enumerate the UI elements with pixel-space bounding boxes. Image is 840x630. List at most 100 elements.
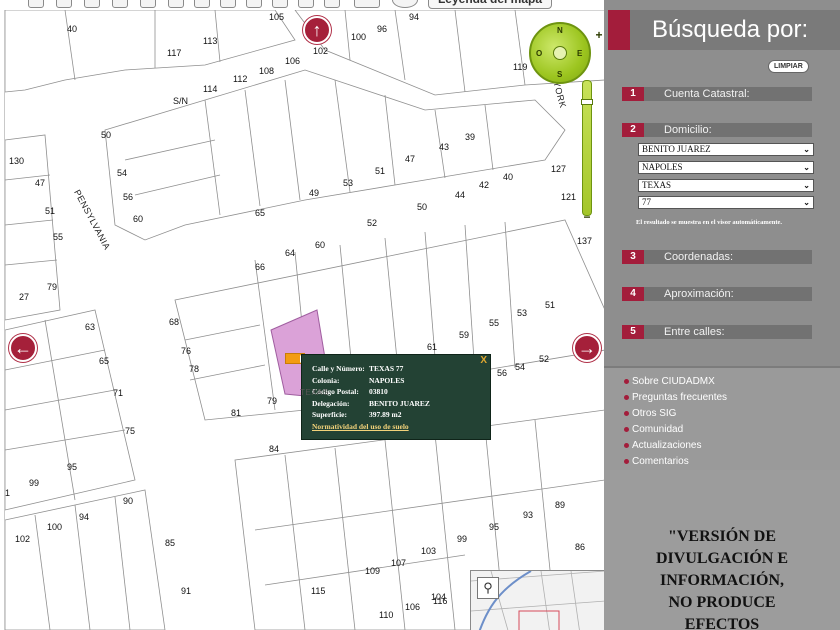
cadastral-map[interactable]: PENSYLVANIA YORK 105 94 40 117 113 102 1… — [4, 10, 604, 630]
zoom-out-tool-icon[interactable] — [84, 0, 100, 8]
lot-number: 59 — [459, 330, 470, 340]
lot-number: 78 — [189, 364, 200, 374]
bullet-icon — [624, 443, 629, 448]
compass-east[interactable]: E — [577, 49, 582, 58]
link-comentarios[interactable]: Comentarios — [624, 456, 689, 467]
lot-number: 119 — [513, 62, 528, 72]
lot-number: 54 — [117, 168, 128, 178]
lot-number: 64 — [285, 248, 296, 258]
pan-tool-icon[interactable] — [28, 0, 44, 8]
lot-number: 94 — [409, 12, 420, 22]
popup-value: BENITO JUAREZ — [369, 398, 430, 408]
zoom-thumb[interactable] — [581, 99, 593, 105]
clear-icon[interactable] — [298, 0, 314, 8]
section-cuenta-catastral[interactable]: 1 Cuenta Catastral: — [622, 87, 812, 101]
full-extent-icon[interactable] — [112, 0, 128, 8]
lot-number: 90 — [123, 496, 134, 506]
disclaimer: "VERSIÓN DE DIVULGACIÓN E INFORMACIÓN, N… — [604, 526, 840, 630]
measure-icon[interactable] — [140, 0, 156, 8]
lot-number: 27 — [19, 292, 30, 302]
street-label-texas: TEXAS — [300, 388, 329, 397]
numero-select[interactable]: 77 ⌄ — [638, 196, 814, 209]
popup-label: Delegación: — [312, 398, 350, 408]
section-number: 1 — [622, 87, 644, 101]
link-otros-sig[interactable]: Otros SIG — [624, 408, 676, 419]
lot-number: 60 — [133, 214, 144, 224]
lot-number: 113 — [203, 36, 218, 46]
colonia-select[interactable]: NAPOLES ⌄ — [638, 161, 814, 174]
disclaimer-line: EFECTOS — [684, 616, 760, 630]
link-comunidad[interactable]: Comunidad — [624, 424, 683, 435]
lot-number: 107 — [391, 558, 407, 568]
compass-center[interactable] — [553, 46, 567, 60]
compass-south[interactable]: S — [557, 70, 562, 79]
layers-icon[interactable] — [246, 0, 262, 8]
select-icon[interactable] — [272, 0, 288, 8]
lot-number: 51 — [545, 300, 556, 310]
bullet-icon — [624, 427, 629, 432]
overview-map[interactable]: ⚲ — [470, 570, 604, 630]
chevron-down-icon: ⌄ — [803, 181, 810, 190]
lot-number: 42 — [479, 180, 490, 190]
draw-icon[interactable] — [194, 0, 210, 8]
compass-control[interactable]: N S E O — [529, 22, 591, 84]
search-header: Búsqueda por: — [608, 10, 840, 50]
zoom-out-icon[interactable]: − — [579, 210, 595, 224]
lot-number: 95 — [489, 522, 500, 532]
lot-number: 79 — [47, 282, 58, 292]
lot-number: 95 — [67, 462, 78, 472]
section-number: 4 — [622, 287, 644, 301]
section-coordenadas[interactable]: 3 Coordenadas: — [622, 250, 812, 264]
section-label: Domicilio: — [664, 124, 712, 136]
lot-number: 47 — [405, 154, 416, 164]
legend-button[interactable]: Leyenda del mapa — [428, 0, 552, 9]
calle-select[interactable]: TEXAS ⌄ — [638, 179, 814, 192]
clear-button[interactable]: LIMPIAR — [768, 60, 809, 73]
arrow-left-icon[interactable]: ← — [9, 334, 37, 362]
land-use-link[interactable]: Normatividad del uso de suelo — [312, 422, 484, 431]
map-toolbar: Leyenda del mapa — [0, 0, 604, 10]
parcel-info-popup: X Calle y Número: TEXAS 77 Colonia: NAPOLE… — [301, 354, 491, 440]
lot-number: 99 — [457, 534, 468, 544]
arrow-right-icon[interactable]: → — [573, 334, 601, 362]
table-icon[interactable] — [324, 0, 340, 8]
popup-value: 397.89 m2 — [369, 410, 402, 420]
eye-icon[interactable] — [392, 0, 418, 8]
section-domicilio[interactable]: 2 Domicilio: — [622, 123, 812, 137]
zoom-slider[interactable] — [581, 80, 593, 216]
lot-number: 55 — [53, 232, 64, 242]
bullet-icon — [624, 379, 629, 384]
lot-number: 53 — [517, 308, 528, 318]
close-icon[interactable]: X — [480, 355, 487, 366]
bullet-icon — [624, 411, 629, 416]
zoom-in-tool-icon[interactable] — [56, 0, 72, 8]
arrow-up-icon[interactable]: ↑ — [303, 16, 331, 44]
delegacion-select[interactable]: BENITO JUAREZ ⌄ — [638, 143, 814, 156]
compass-west[interactable]: O — [536, 49, 542, 58]
lot-number: 84 — [269, 444, 280, 454]
select-value: BENITO JUAREZ — [642, 144, 711, 154]
lot-number: 110 — [379, 610, 394, 620]
link-actualizaciones[interactable]: Actualizaciones — [624, 440, 701, 451]
section-entre-calles[interactable]: 5 Entre calles: — [622, 325, 812, 339]
popup-label: Colonia: — [312, 375, 340, 385]
zoom-in-icon[interactable]: + — [591, 28, 604, 42]
lot-number: 61 — [427, 342, 438, 352]
lot-number: 71 — [113, 388, 124, 398]
link-preguntas-frecuentes[interactable]: Preguntas frecuentes — [624, 392, 727, 403]
lot-number: 130 — [9, 156, 25, 166]
section-aproximacion[interactable]: 4 Aproximación: — [622, 287, 812, 301]
section-label: Aproximación: — [664, 288, 734, 300]
compass-north[interactable]: N — [557, 26, 563, 35]
lot-number: 49 — [309, 188, 320, 198]
print-icon[interactable] — [354, 0, 380, 8]
lot-number: 52 — [367, 218, 378, 228]
link-sobre-ciudadmx[interactable]: Sobre CIUDADMX — [624, 376, 715, 387]
lot-number: 56 — [123, 192, 134, 202]
section-number: 3 — [622, 250, 644, 264]
magnifier-icon[interactable]: ⚲ — [477, 577, 499, 599]
info-icon[interactable] — [168, 0, 184, 8]
disclaimer-line: NO PRODUCE — [668, 594, 776, 611]
globe-icon[interactable] — [220, 0, 236, 8]
popup-value: 03810 — [369, 387, 388, 397]
